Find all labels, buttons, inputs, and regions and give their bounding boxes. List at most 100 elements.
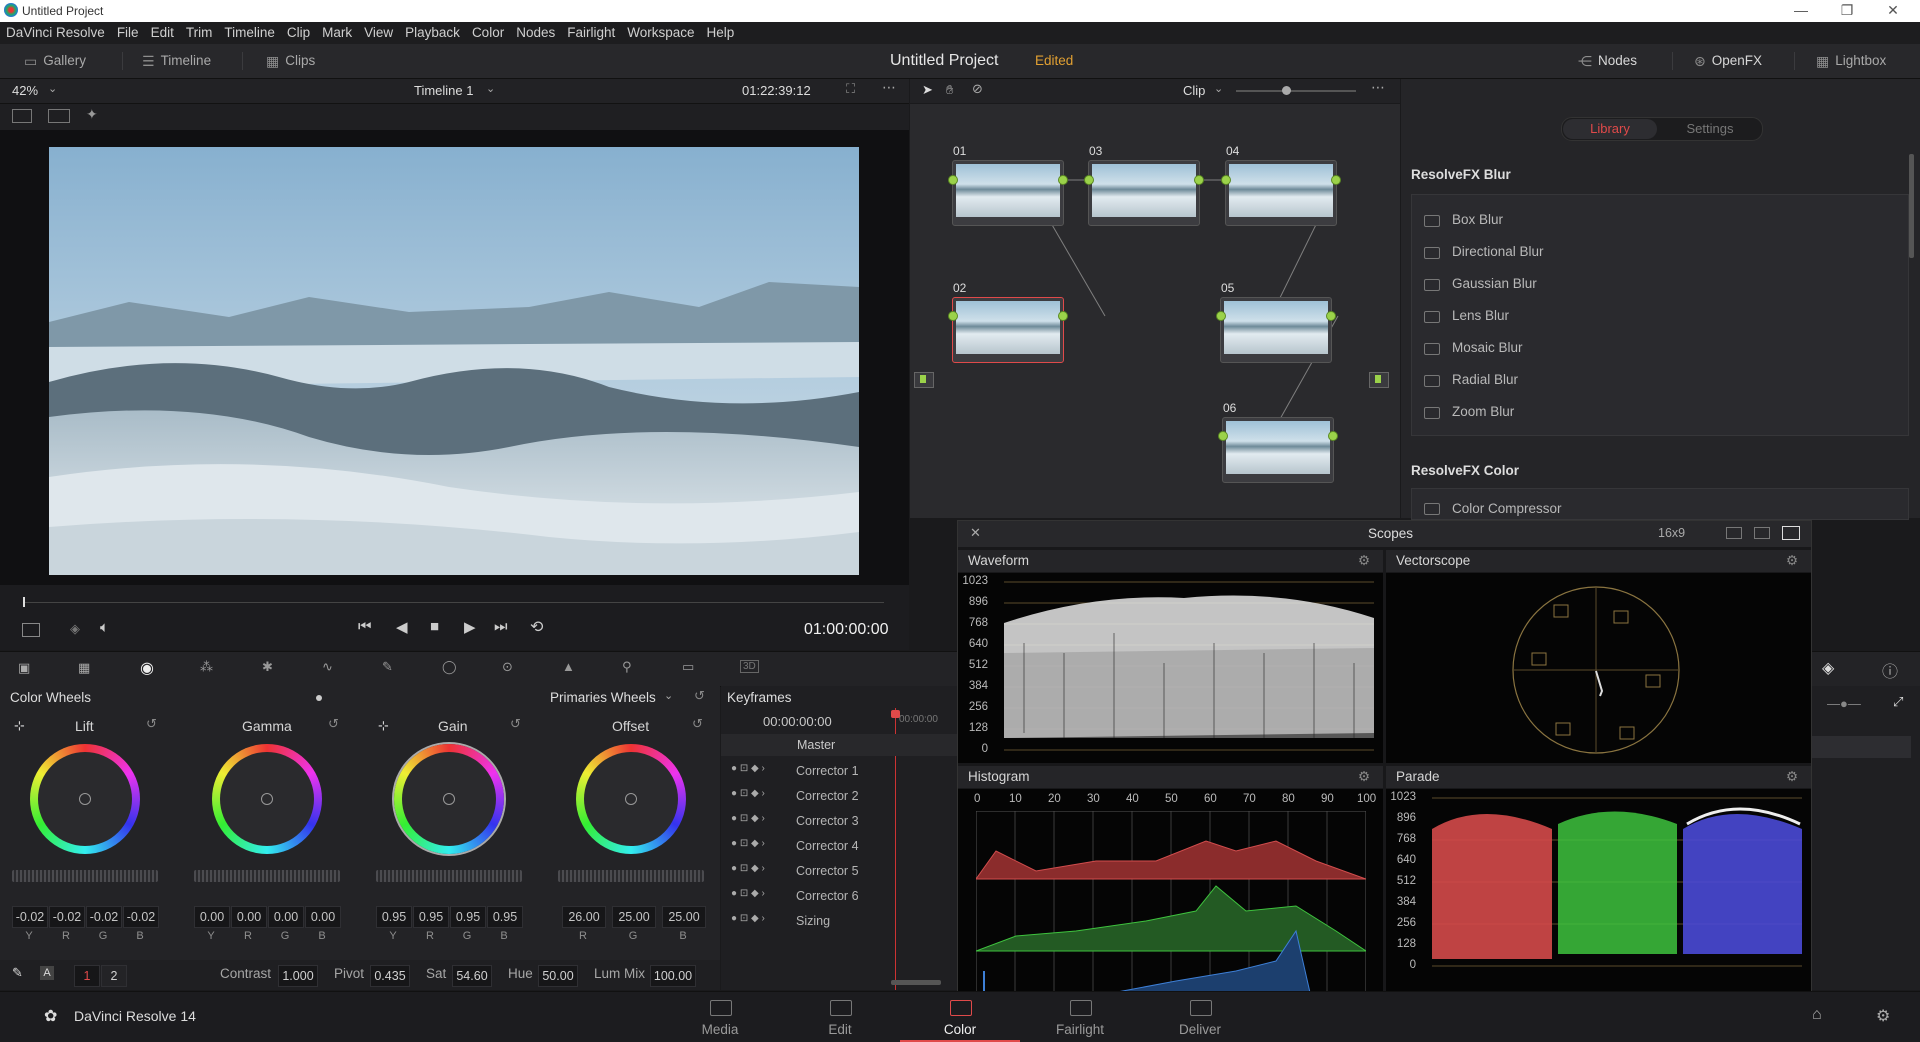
- menu-view[interactable]: View: [358, 22, 399, 44]
- tab-fairlight[interactable]: Fairlight: [1020, 992, 1140, 1040]
- parade-select[interactable]: Parade: [1386, 769, 1440, 784]
- vectorscope-select[interactable]: Vectorscope: [1386, 553, 1470, 568]
- node-05[interactable]: 05: [1220, 281, 1332, 363]
- menu-davinci-resolve[interactable]: DaVinci Resolve: [0, 22, 111, 44]
- scrollbar[interactable]: [1909, 154, 1914, 258]
- magic-wand-icon[interactable]: ✦: [86, 106, 98, 123]
- table-row[interactable]: ● ⊡ ◆ › Corrector 6: [721, 884, 957, 909]
- dual-view-icon[interactable]: [1754, 527, 1770, 539]
- page-2-button[interactable]: 2: [101, 965, 127, 987]
- node-06[interactable]: 06: [1222, 401, 1334, 483]
- list-item[interactable]: Box Blur: [1452, 212, 1503, 227]
- histogram-select[interactable]: Histogram: [958, 769, 1030, 784]
- table-row[interactable]: ● ⊡ ◆ › Sizing: [721, 909, 957, 934]
- list-item[interactable]: Lens Blur: [1452, 308, 1509, 323]
- list-item[interactable]: Mosaic Blur: [1452, 340, 1523, 355]
- reset-icon[interactable]: ↺: [146, 716, 157, 732]
- crosshair-icon[interactable]: ⊹: [378, 718, 389, 734]
- list-item[interactable]: Directional Blur: [1452, 244, 1544, 259]
- lift-r-input[interactable]: -0.02: [49, 906, 85, 928]
- bypass-icon[interactable]: ⊘: [972, 81, 983, 97]
- menu-workspace[interactable]: Workspace: [621, 22, 700, 44]
- list-item[interactable]: Radial Blur: [1452, 372, 1518, 387]
- node-03[interactable]: 03: [1088, 144, 1200, 226]
- gain-r-input[interactable]: 0.95: [413, 906, 449, 928]
- node-zoom-handle[interactable]: [1282, 86, 1291, 95]
- offset-b-input[interactable]: 25.00: [662, 906, 706, 928]
- key-icon[interactable]: ⚲: [622, 659, 632, 675]
- tab-deliver[interactable]: Deliver: [1140, 992, 1260, 1040]
- reset-icon[interactable]: ↺: [692, 716, 703, 732]
- close-button[interactable]: ✕: [1870, 0, 1916, 22]
- play-reverse-icon[interactable]: ◀: [396, 618, 408, 636]
- viewer-mode-icon[interactable]: [22, 623, 40, 637]
- auto-icon[interactable]: A: [40, 966, 54, 980]
- table-row[interactable]: ● ⊡ ◆ › Corrector 5: [721, 859, 957, 884]
- reset-icon[interactable]: ↺: [510, 716, 521, 732]
- node-mode-select[interactable]: Clip: [1183, 83, 1205, 98]
- layers-icon[interactable]: ◈: [70, 621, 80, 637]
- gamma-r-input[interactable]: 0.00: [231, 906, 267, 928]
- curves-icon[interactable]: ∿: [322, 659, 333, 675]
- hue-input[interactable]: 50.00: [538, 965, 578, 987]
- lift-y-input[interactable]: -0.02: [12, 906, 48, 928]
- lift-color-wheel[interactable]: [30, 744, 140, 854]
- menu-nodes[interactable]: Nodes: [510, 22, 561, 44]
- gallery-button[interactable]: ▭ Gallery: [24, 44, 86, 78]
- menu-file[interactable]: File: [111, 22, 145, 44]
- table-row[interactable]: ● ⊡ ◆ › Corrector 3: [721, 809, 957, 834]
- 3d-icon[interactable]: 3D: [740, 660, 759, 673]
- more-options-icon[interactable]: ⋯: [882, 79, 896, 96]
- tab-edit[interactable]: Edit: [780, 992, 900, 1040]
- crosshair-icon[interactable]: ⊹: [14, 718, 25, 734]
- settings-icon[interactable]: ⚙: [1786, 766, 1798, 788]
- node-output-icon[interactable]: [1369, 372, 1389, 388]
- lift-b-input[interactable]: -0.02: [123, 906, 159, 928]
- offset-g-input[interactable]: 25.00: [612, 906, 656, 928]
- tracker-icon[interactable]: ⊙: [502, 659, 513, 675]
- keyframe-timecode[interactable]: 00:00:00:00: [763, 714, 832, 729]
- saturation-input[interactable]: 54.60: [452, 965, 492, 987]
- settings-icon[interactable]: ⚙: [1358, 550, 1370, 572]
- tab-library[interactable]: Library: [1563, 119, 1657, 139]
- tab-color[interactable]: Color: [900, 992, 1020, 1042]
- node-02[interactable]: 02: [952, 281, 1064, 363]
- close-icon[interactable]: ✕: [970, 525, 981, 541]
- home-icon[interactable]: ⌂: [1812, 1006, 1822, 1024]
- gamma-y-input[interactable]: 0.00: [194, 906, 230, 928]
- table-row[interactable]: ● ⊡ ◆ › Corrector 1: [721, 759, 957, 784]
- wheel-gain[interactable]: ⊹ Gain ↺: [364, 714, 544, 924]
- menu-timeline[interactable]: Timeline: [218, 22, 281, 44]
- node-04[interactable]: 04: [1225, 144, 1337, 226]
- hand-icon[interactable]: ✋︎: [946, 82, 953, 98]
- gain-b-input[interactable]: 0.95: [487, 906, 523, 928]
- wheel-lift[interactable]: ⊹ Lift ↺: [0, 714, 180, 924]
- pointer-icon[interactable]: ➤: [922, 82, 933, 98]
- gamma-b-input[interactable]: 0.00: [305, 906, 341, 928]
- lum-mix-input[interactable]: 100.00: [650, 965, 696, 987]
- nodes-button[interactable]: ⋲ Nodes: [1578, 44, 1637, 78]
- reset-icon[interactable]: ↺: [328, 716, 339, 732]
- split-view-icon[interactable]: [12, 109, 32, 123]
- settings-icon[interactable]: ⚙: [1786, 550, 1798, 572]
- table-row[interactable]: ● ⊡ ◆ › Corrector 2: [721, 784, 957, 809]
- page-1-button[interactable]: 1: [74, 965, 100, 987]
- wheel-offset[interactable]: Offset ↺: [546, 714, 720, 924]
- table-row[interactable]: ● ⊡ ◆ › Corrector 4: [721, 834, 957, 859]
- loop-icon[interactable]: ⟲: [530, 617, 543, 637]
- play-icon[interactable]: ▶: [464, 618, 476, 636]
- gain-master-slider[interactable]: [376, 870, 522, 882]
- list-item[interactable]: Gaussian Blur: [1452, 276, 1537, 291]
- timeline-button[interactable]: ☰ Timeline: [142, 44, 211, 78]
- stop-icon[interactable]: ■: [430, 618, 439, 635]
- menu-fairlight[interactable]: Fairlight: [561, 22, 621, 44]
- zoom-select[interactable]: 42%: [12, 83, 38, 98]
- gain-color-wheel[interactable]: [394, 744, 504, 854]
- qualifier-icon[interactable]: ✎: [382, 659, 393, 675]
- openfx-button[interactable]: ⊛ OpenFX: [1694, 44, 1762, 78]
- skip-start-icon[interactable]: ⏮: [358, 618, 372, 635]
- lift-master-slider[interactable]: [12, 870, 158, 882]
- list-item[interactable]: Zoom Blur: [1452, 404, 1514, 419]
- playhead[interactable]: [23, 597, 25, 607]
- expand-icon[interactable]: ⤢: [1893, 694, 1903, 710]
